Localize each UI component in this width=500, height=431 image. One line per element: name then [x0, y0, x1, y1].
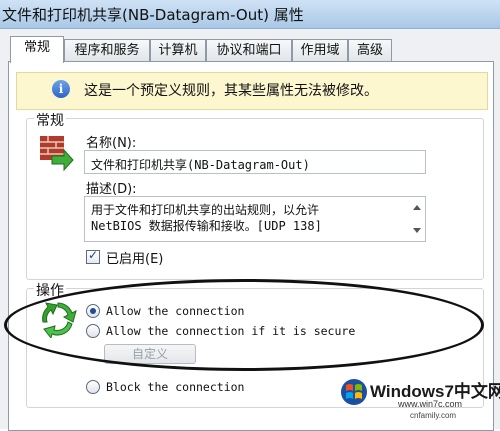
description-line-2: NetBIOS 数据报传输和接收。[UDP 138]: [91, 219, 322, 233]
tab-strip: 常规 程序和服务 计算机 协议和端口 作用域 高级: [0, 36, 500, 63]
tab-advanced[interactable]: 高级: [348, 39, 392, 61]
block-radio[interactable]: [86, 380, 100, 394]
name-field[interactable]: 文件和打印机共享(NB-Datagram-Out): [84, 150, 426, 174]
title-bar[interactable]: 文件和打印机共享(NB-Datagram-Out) 属性: [0, 0, 500, 29]
tab-general[interactable]: 常规: [10, 36, 64, 63]
description-label: 描述(D):: [86, 182, 137, 197]
description-field[interactable]: 用于文件和打印机共享的出站规则，以允许 NetBIOS 数据报传输和接收。[UD…: [84, 196, 426, 242]
general-group-title: 常规: [34, 110, 66, 130]
windows-logo-icon: [340, 378, 368, 406]
scroll-up-icon[interactable]: [413, 205, 421, 210]
enabled-checkbox[interactable]: ✓: [86, 248, 100, 264]
watermark-site: cnfamily.com: [410, 411, 457, 420]
info-icon: i: [52, 80, 70, 98]
scroll-down-icon[interactable]: [413, 228, 421, 233]
info-text: 这是一个预定义规则，其某些属性无法被修改。: [84, 83, 378, 99]
tab-protocols-ports[interactable]: 协议和端口: [206, 39, 292, 61]
block-label: Block the connection: [106, 380, 245, 394]
tab-programs-services[interactable]: 程序和服务: [64, 39, 150, 61]
tab-computers[interactable]: 计算机: [150, 39, 206, 61]
name-value: 文件和打印机共享(NB-Datagram-Out): [91, 158, 310, 172]
window-title: 文件和打印机共享(NB-Datagram-Out) 属性: [2, 6, 304, 24]
properties-window: 文件和打印机共享(NB-Datagram-Out) 属性 常规 程序和服务 计算…: [0, 0, 500, 431]
name-label: 名称(N):: [86, 136, 137, 151]
checkmark-icon: ✓: [88, 248, 99, 262]
description-line-1: 用于文件和打印机共享的出站规则，以允许: [91, 203, 320, 217]
watermark-url: www.win7c.com: [398, 399, 463, 409]
firewall-rule-icon: [38, 132, 74, 172]
enabled-label: 已启用(E): [106, 252, 164, 267]
highlight-ellipse: [4, 279, 484, 371]
tab-scope[interactable]: 作用域: [292, 39, 348, 61]
